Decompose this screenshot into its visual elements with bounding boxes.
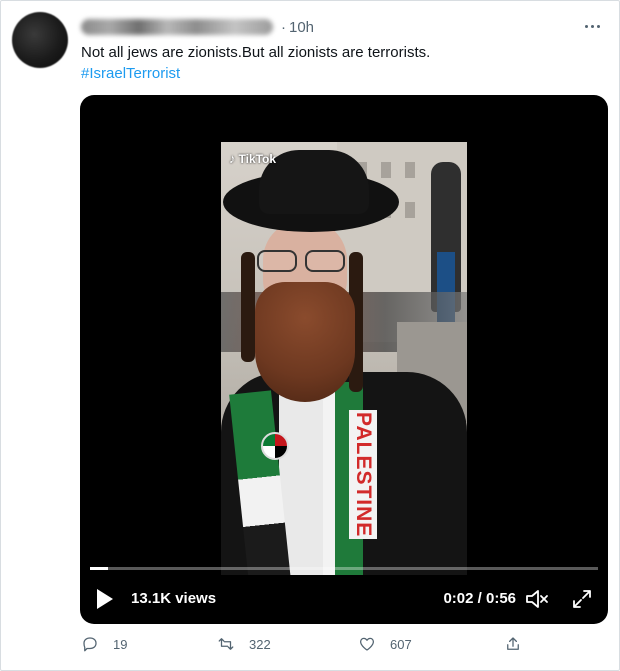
fullscreen-icon[interactable] bbox=[570, 587, 594, 611]
like-count: 607 bbox=[390, 636, 412, 652]
scarf-text: PALESTINE bbox=[349, 410, 377, 540]
tweet-card: · 10h Not all jews are zionists.But all … bbox=[0, 0, 620, 671]
view-count: 13.1K views bbox=[131, 590, 217, 607]
reply-count: 19 bbox=[113, 636, 128, 652]
progress-fill bbox=[90, 567, 109, 570]
beard bbox=[255, 282, 355, 402]
like-button[interactable]: 607 bbox=[358, 635, 412, 653]
glasses bbox=[251, 250, 351, 274]
retweet-icon bbox=[218, 638, 234, 650]
avatar[interactable] bbox=[12, 12, 68, 68]
tweet-text: Not all jews are zionists.But all zionis… bbox=[81, 44, 431, 61]
action-bar: 19 322 607 bbox=[81, 635, 531, 659]
share-icon bbox=[507, 637, 519, 650]
reply-icon bbox=[83, 637, 97, 652]
video-player[interactable]: PALESTINE ♪ TikTok 13.1K views 0:02 / 0: bbox=[80, 95, 608, 624]
timecode: 0:02 / 0:56 bbox=[443, 590, 516, 607]
separator-dot: · bbox=[281, 18, 286, 36]
progress-bar[interactable] bbox=[90, 567, 598, 570]
reply-button[interactable]: 19 bbox=[81, 635, 127, 653]
hashtag-link[interactable]: #IsraelTerrorist bbox=[81, 64, 180, 84]
like-icon bbox=[359, 637, 375, 651]
mute-icon[interactable] bbox=[524, 587, 550, 611]
retweet-button[interactable]: 322 bbox=[217, 635, 271, 653]
share-button[interactable] bbox=[504, 635, 536, 653]
retweet-count: 322 bbox=[249, 636, 271, 652]
play-icon[interactable] bbox=[97, 589, 113, 609]
author-name-redacted[interactable] bbox=[81, 19, 273, 35]
video-frame[interactable]: PALESTINE ♪ TikTok bbox=[221, 142, 467, 575]
video-controls: 13.1K views 0:02 / 0:56 bbox=[80, 581, 608, 617]
more-icon[interactable] bbox=[581, 17, 603, 35]
tweet-header: · 10h bbox=[81, 16, 314, 38]
tiktok-watermark: ♪ TikTok bbox=[229, 151, 277, 166]
flag-badge bbox=[261, 432, 289, 460]
timestamp[interactable]: 10h bbox=[289, 19, 314, 36]
tiktok-icon: ♪ bbox=[229, 151, 236, 166]
